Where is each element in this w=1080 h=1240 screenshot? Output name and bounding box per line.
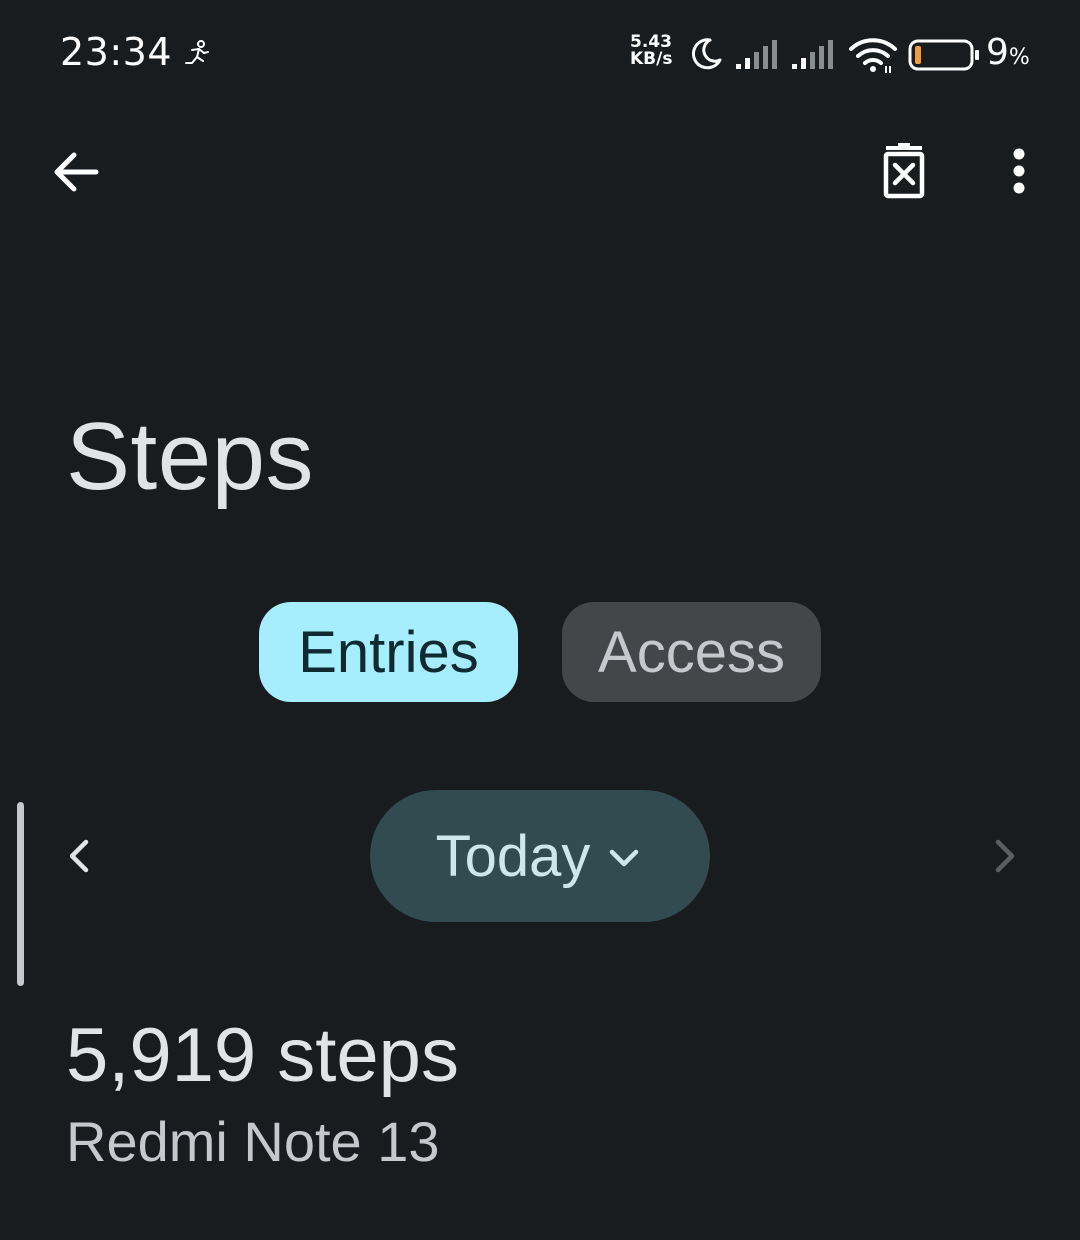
battery-level: 9 [986, 32, 1009, 73]
step-entry[interactable]: 5,919 steps Redmi Note 13 [66, 1010, 966, 1180]
entry-source: Redmi Note 13 [66, 1110, 440, 1173]
delete-data-button[interactable] [872, 140, 936, 204]
status-time: 23:34 [60, 30, 173, 74]
signal-icon [736, 40, 777, 69]
chevron-right-icon [995, 839, 1015, 873]
health-connect-screen: 23:34 5.43 KB/s 9% Steps Entries Access … [0, 0, 1080, 1240]
chevron-down-icon [610, 849, 639, 867]
tab-entries-label: Entries [298, 619, 479, 685]
network-speed: 5.43 KB/s [630, 34, 672, 68]
date-selector[interactable]: Today [370, 790, 710, 922]
more-vert-icon [1013, 148, 1025, 194]
date-selector-label: Today [435, 823, 591, 889]
moon-icon [691, 38, 722, 70]
battery-percentage: 9% [986, 32, 1030, 73]
more-options-button[interactable] [988, 140, 1052, 204]
delete-data-icon [883, 143, 925, 199]
chevron-left-icon [69, 839, 89, 873]
previous-date-button[interactable] [50, 822, 110, 890]
next-date-button[interactable] [976, 822, 1036, 890]
arrow-back-icon [54, 152, 99, 192]
network-speed-unit: KB/s [630, 49, 673, 69]
battery-icon [908, 39, 979, 71]
running-person-icon [185, 40, 209, 64]
scroll-indicator[interactable] [17, 802, 24, 986]
tab-access[interactable]: Access [562, 602, 821, 702]
entry-value: 5,919 steps [66, 1013, 459, 1098]
wifi-icon [849, 38, 897, 73]
status-bar: 23:34 5.43 KB/s 9% [0, 0, 1080, 110]
tab-access-label: Access [598, 619, 785, 685]
page-title: Steps [66, 403, 314, 510]
back-button[interactable] [46, 140, 110, 204]
battery-unit: % [1008, 45, 1030, 70]
tab-entries[interactable]: Entries [259, 602, 518, 702]
signal-icon [792, 40, 833, 69]
